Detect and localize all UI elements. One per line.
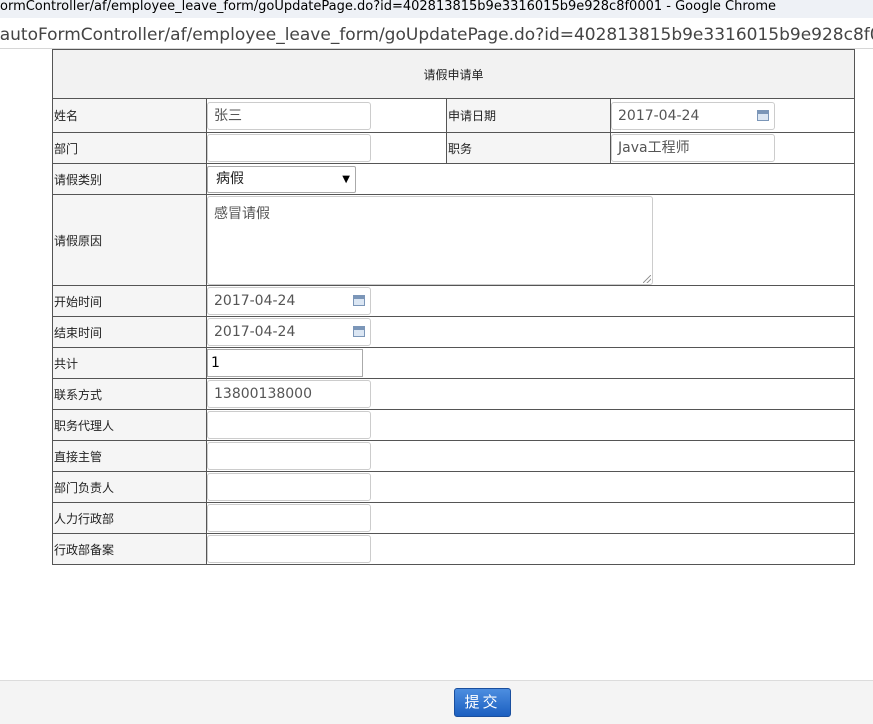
position-label: 职务 [446, 132, 611, 164]
supervisor-input[interactable] [207, 442, 371, 470]
address-bar[interactable]: /autoFormController/af/employee_leave_fo… [0, 18, 873, 49]
total-label: 共计 [52, 347, 207, 379]
start-time-label: 开始时间 [52, 285, 207, 317]
window-title-bar: ormController/af/employee_leave_form/goU… [0, 0, 873, 18]
form-title: 请假申请单 [51, 49, 856, 99]
submit-button[interactable]: 提交 [454, 688, 511, 717]
admin-record-label: 行政部备案 [52, 533, 207, 565]
address-url: /autoFormController/af/employee_leave_fo… [0, 25, 873, 45]
leave-type-select[interactable]: 病假 ▼ [207, 165, 356, 193]
resize-grip-icon[interactable] [643, 274, 651, 283]
deputy-input[interactable] [207, 411, 371, 439]
calendar-icon[interactable] [353, 295, 365, 306]
contact-input[interactable]: 13800138000 [207, 380, 371, 408]
position-input[interactable]: Java工程师 [611, 134, 775, 162]
leave-type-label: 请假类别 [52, 163, 207, 195]
dept-head-input[interactable] [207, 473, 371, 501]
calendar-icon[interactable] [353, 326, 365, 337]
calendar-icon[interactable] [757, 109, 769, 121]
end-time-input[interactable]: 2017-04-24 [207, 318, 371, 346]
department-label: 部门 [52, 132, 207, 164]
reason-label: 请假原因 [52, 194, 207, 286]
end-time-label: 结束时间 [52, 316, 207, 348]
dialog-footer: 提交 [0, 680, 873, 724]
apply-date-input[interactable]: 2017-04-24 [611, 101, 775, 130]
apply-date-label: 申请日期 [446, 98, 611, 133]
reason-textarea[interactable]: 感冒请假 [207, 195, 653, 285]
supervisor-label: 直接主管 [52, 440, 207, 472]
dept-head-label: 部门负责人 [52, 471, 207, 503]
start-time-input[interactable]: 2017-04-24 [207, 287, 371, 315]
department-input[interactable] [207, 134, 371, 162]
leave-form: 请假申请单 姓名 张三 申请日期 2017-04-24 部门 职务 Java工程… [51, 49, 856, 565]
deputy-label: 职务代理人 [52, 409, 207, 441]
name-label: 姓名 [52, 98, 207, 133]
hr-label: 人力行政部 [52, 502, 207, 534]
admin-record-input[interactable] [207, 535, 371, 563]
hr-input[interactable] [207, 504, 371, 532]
total-input[interactable]: 1 [207, 349, 363, 377]
contact-label: 联系方式 [52, 378, 207, 410]
dropdown-arrow-icon: ▼ [342, 173, 350, 185]
window-title: ormController/af/employee_leave_form/goU… [0, 0, 777, 14]
name-input[interactable]: 张三 [207, 101, 371, 130]
